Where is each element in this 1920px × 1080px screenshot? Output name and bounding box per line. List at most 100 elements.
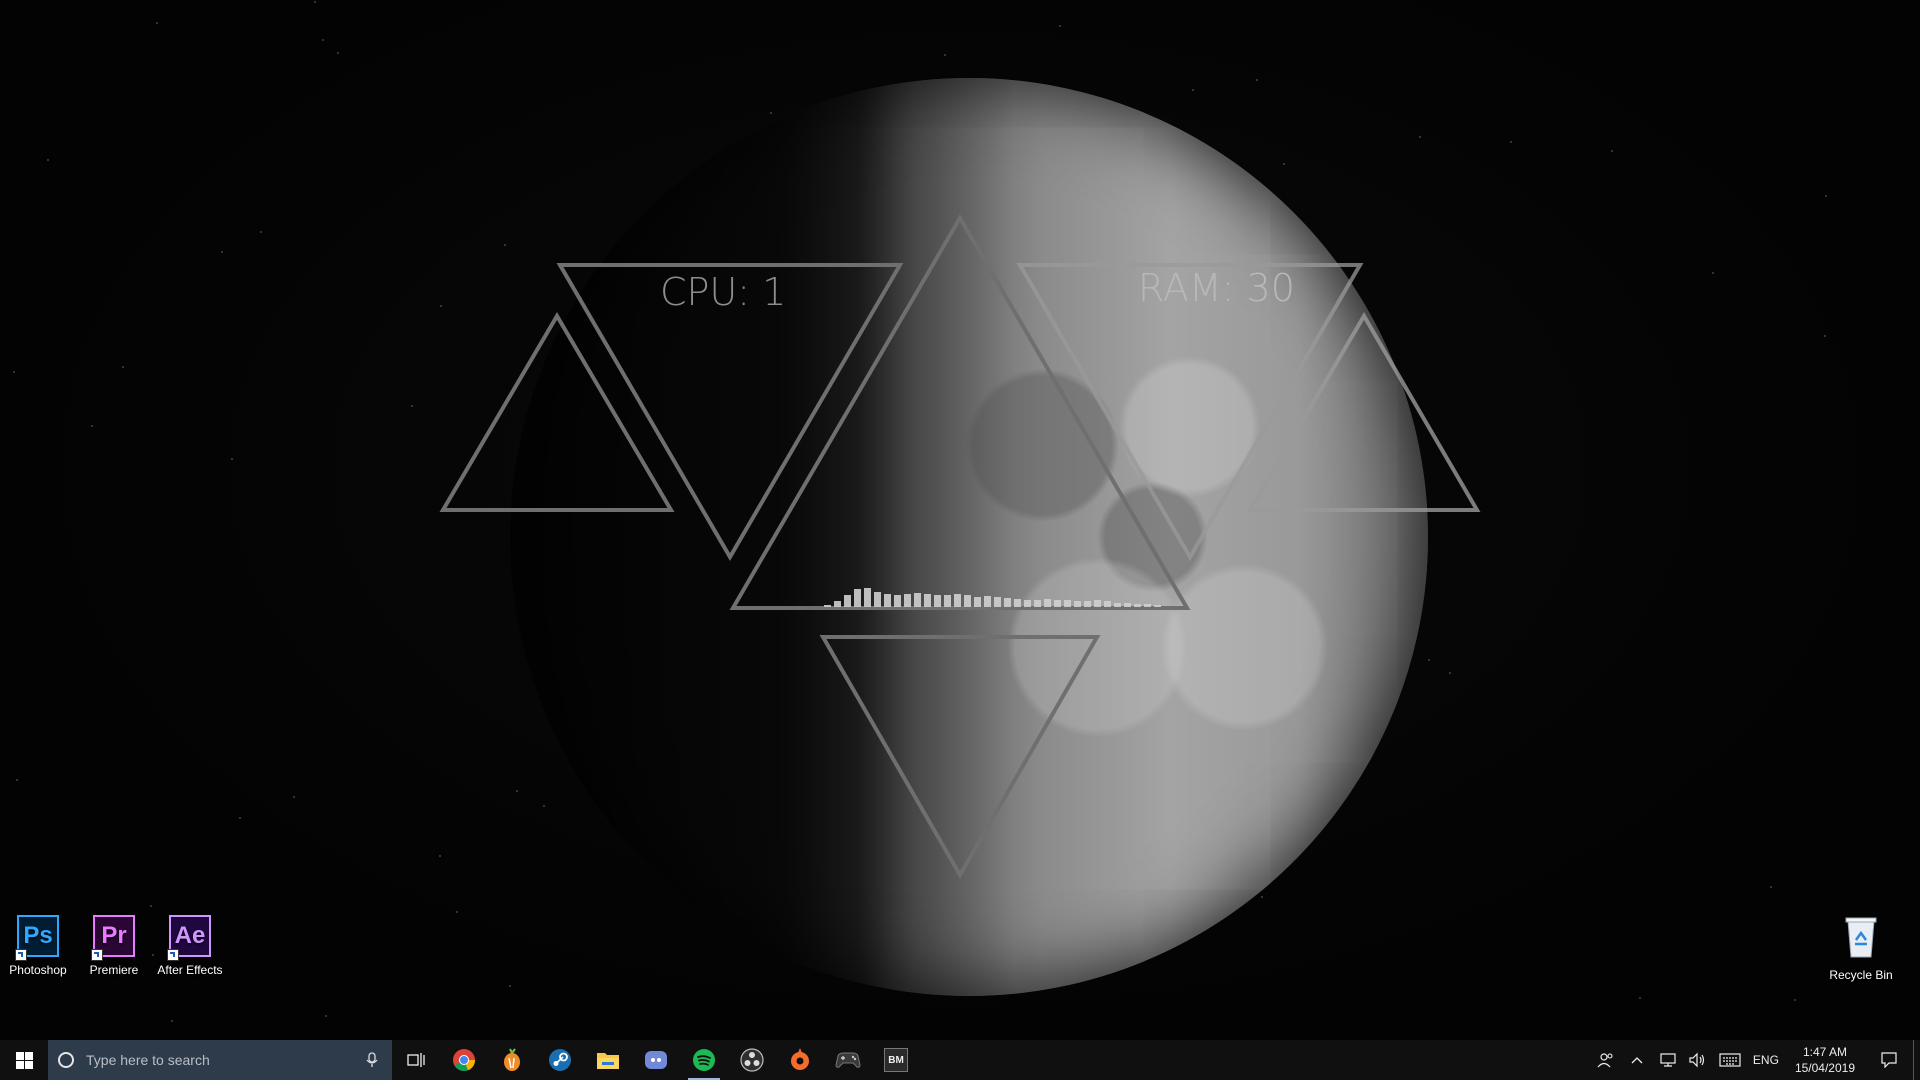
- visualizer-bar: [1074, 601, 1081, 607]
- taskbar-app-fl-studio[interactable]: [488, 1040, 536, 1080]
- visualizer-bar: [1014, 599, 1021, 607]
- visualizer-bar: [834, 601, 841, 607]
- visualizer-bar: [994, 597, 1001, 607]
- show-desktop-button[interactable]: [1913, 1040, 1920, 1080]
- task-view-icon: [407, 1053, 425, 1067]
- chrome-icon: [453, 1049, 476, 1072]
- desktop-icon-label: Premiere: [89, 963, 139, 977]
- visualizer-bar: [864, 588, 871, 607]
- taskbar: Type here to search BM ENG 1:47 AM 15/04…: [0, 1040, 1920, 1080]
- folder-icon: [597, 1053, 619, 1069]
- visualizer-bar: [1104, 601, 1111, 607]
- taskbar-app-file-explorer[interactable]: [584, 1040, 632, 1080]
- visualizer-bar: [844, 595, 851, 607]
- game-controller-icon: [835, 1052, 861, 1068]
- desktop-icon-label: Recycle Bin: [1829, 968, 1893, 982]
- touch-keyboard-button[interactable]: [1713, 1040, 1747, 1080]
- notification-icon: [1881, 1052, 1897, 1068]
- photoshop-icon-abbr: Ps: [23, 922, 53, 949]
- obs-icon: [740, 1048, 764, 1072]
- shortcut-arrow-icon: [167, 949, 179, 961]
- desktop-icon-recycle-bin[interactable]: Recycle Bin: [1823, 915, 1899, 982]
- audio-visualizer: [824, 585, 1161, 607]
- visualizer-bar: [1114, 603, 1121, 607]
- clock[interactable]: 1:47 AM 15/04/2019: [1785, 1040, 1865, 1080]
- visualizer-bar: [904, 594, 911, 607]
- taskbar-app-origin[interactable]: [776, 1040, 824, 1080]
- visualizer-bar: [984, 596, 991, 607]
- after-effects-icon: Ae: [167, 915, 211, 961]
- triangle-left-up: [439, 312, 675, 512]
- visualizer-bar: [1084, 601, 1091, 607]
- visualizer-bar: [874, 592, 881, 607]
- chevron-up-icon: [1631, 1057, 1643, 1064]
- after-effects-icon-abbr: Ae: [174, 922, 206, 949]
- visualizer-bar: [974, 597, 981, 607]
- desktop-icon-label: Photoshop: [9, 963, 67, 977]
- clock-time: 1:47 AM: [1802, 1045, 1847, 1059]
- language-indicator[interactable]: ENG: [1747, 1040, 1785, 1080]
- people-icon: [1597, 1053, 1613, 1068]
- visualizer-bar: [1154, 605, 1161, 607]
- keyboard-icon: [1719, 1053, 1741, 1067]
- taskbar-app-spotify[interactable]: [680, 1040, 728, 1080]
- visualizer-bar: [1064, 600, 1071, 607]
- visualizer-bar: [944, 595, 951, 607]
- desktop-icon-premiere[interactable]: Pr Premiere: [76, 915, 152, 977]
- action-center-button[interactable]: [1865, 1040, 1913, 1080]
- steam-icon: [549, 1049, 571, 1071]
- visualizer-bar: [954, 594, 961, 607]
- taskbar-app-steam[interactable]: [536, 1040, 584, 1080]
- bm-icon: BM: [884, 1048, 908, 1072]
- ram-meter: RAM: 30: [1138, 266, 1295, 310]
- cortana-icon: [58, 1052, 74, 1068]
- shortcut-arrow-icon: [15, 949, 27, 961]
- speaker-icon: [1689, 1052, 1705, 1068]
- visualizer-bar: [1054, 600, 1061, 607]
- visualizer-bar: [1034, 600, 1041, 607]
- origin-icon: [791, 1048, 809, 1070]
- network-button[interactable]: [1653, 1040, 1683, 1080]
- visualizer-bar: [1144, 604, 1151, 607]
- volume-button[interactable]: [1683, 1040, 1713, 1080]
- spotify-icon: [693, 1049, 715, 1071]
- photoshop-icon: Ps: [15, 915, 59, 961]
- recycle-bin-icon: [1845, 917, 1877, 958]
- visualizer-bar: [1004, 598, 1011, 607]
- desktop: CPU: 1 RAM: 30 Ps Photoshop Pr Premiere …: [0, 0, 1920, 1040]
- windows-logo-icon: [15, 1051, 33, 1069]
- show-hidden-icons-button[interactable]: [1621, 1040, 1653, 1080]
- taskbar-app-obs[interactable]: [728, 1040, 776, 1080]
- triangle-right-up: [1246, 312, 1481, 512]
- network-icon: [1660, 1053, 1676, 1067]
- people-button[interactable]: [1591, 1040, 1621, 1080]
- premiere-icon-abbr: Pr: [101, 922, 127, 949]
- shortcut-arrow-icon: [91, 949, 103, 961]
- visualizer-bar: [894, 595, 901, 607]
- visualizer-bar: [1024, 600, 1031, 607]
- triangle-bottom-down: [819, 635, 1101, 880]
- microphone-icon[interactable]: [366, 1052, 378, 1068]
- taskbar-app-game-controller[interactable]: [824, 1040, 872, 1080]
- desktop-icon-after-effects[interactable]: Ae After Effects: [152, 915, 228, 977]
- triangle-widget-frame: [439, 214, 1481, 880]
- fl-studio-icon: [504, 1048, 520, 1071]
- discord-icon: [645, 1051, 667, 1069]
- taskbar-app-discord[interactable]: [632, 1040, 680, 1080]
- system-tray: ENG 1:47 AM 15/04/2019: [1591, 1040, 1920, 1080]
- clock-date: 15/04/2019: [1794, 1061, 1855, 1075]
- taskbar-app-bm[interactable]: BM: [872, 1040, 920, 1080]
- task-view-button[interactable]: [392, 1040, 440, 1080]
- visualizer-bar: [964, 595, 971, 607]
- search-box[interactable]: Type here to search: [48, 1040, 392, 1080]
- search-placeholder: Type here to search: [86, 1052, 210, 1068]
- visualizer-bar: [1124, 603, 1131, 607]
- cpu-meter: CPU: 1: [660, 270, 787, 314]
- visualizer-bar: [924, 594, 931, 607]
- visualizer-bar: [854, 589, 861, 607]
- start-button[interactable]: [0, 1040, 48, 1080]
- visualizer-bar: [934, 595, 941, 607]
- visualizer-bar: [1044, 599, 1051, 607]
- taskbar-app-chrome[interactable]: [440, 1040, 488, 1080]
- desktop-icon-photoshop[interactable]: Ps Photoshop: [0, 915, 76, 977]
